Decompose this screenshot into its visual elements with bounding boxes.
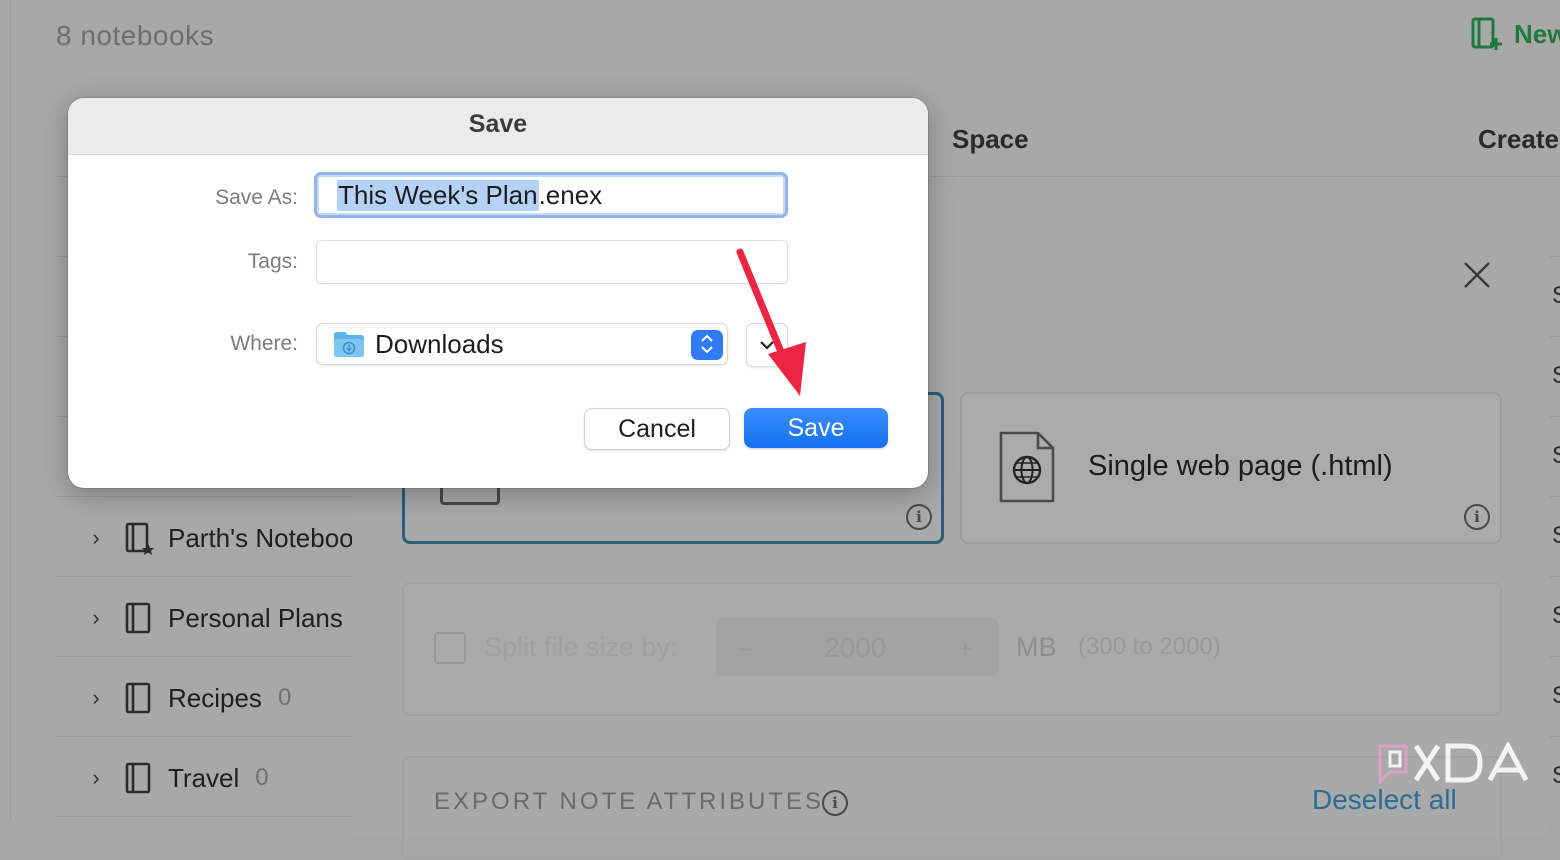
- info-icon[interactable]: i: [906, 504, 932, 530]
- header-divider: [930, 176, 1560, 177]
- notebook-row[interactable]: › Personal Plans: [86, 598, 343, 638]
- notebook-row[interactable]: › Recipes 0: [86, 678, 291, 718]
- annotation-arrow-icon: [736, 248, 806, 396]
- split-size-unit: MB: [1016, 632, 1057, 662]
- chevron-right-icon[interactable]: ›: [86, 525, 106, 551]
- export-option-html-label: Single web page (.html): [1088, 450, 1393, 482]
- chevron-right-icon[interactable]: ›: [86, 765, 106, 791]
- increment-button[interactable]: +: [958, 634, 973, 665]
- truncated-cell-text: S: [1552, 442, 1560, 470]
- notebook-note-count: 0: [255, 764, 269, 791]
- save-button[interactable]: Save: [744, 408, 888, 448]
- save-as-label: Save As:: [215, 186, 298, 209]
- split-file-label: Split file size by:: [484, 632, 678, 662]
- notebook-note-count: 0: [277, 684, 292, 711]
- web-page-file-icon: [999, 431, 1055, 503]
- notebook-row[interactable]: › Parth's Notebook: [86, 518, 352, 558]
- new-notebook-button[interactable]: New: [1470, 14, 1560, 54]
- info-icon[interactable]: i: [1464, 504, 1490, 530]
- truncated-cell-text: S: [1552, 602, 1560, 630]
- info-icon[interactable]: i: [822, 790, 848, 816]
- notebook-icon: [125, 762, 151, 794]
- close-icon[interactable]: [1460, 258, 1494, 292]
- where-label: Where:: [230, 332, 298, 355]
- save-as-field[interactable]: This Week's Plan .enex: [314, 172, 788, 218]
- export-attributes-heading: EXPORT NOTE ATTRIBUTES: [434, 788, 825, 815]
- notebook-starred-icon: [125, 522, 154, 555]
- filename-selected-text: This Week's Plan: [337, 179, 539, 211]
- where-value: Downloads: [375, 328, 504, 359]
- truncated-cell-text: S: [1552, 362, 1560, 390]
- new-notebook-label: New: [1514, 18, 1560, 49]
- deselect-all-link[interactable]: Deselect all: [1312, 784, 1457, 816]
- notebook-name: Recipes: [168, 682, 262, 713]
- column-header-created[interactable]: Created: [1478, 124, 1560, 155]
- cancel-button[interactable]: Cancel: [584, 408, 730, 450]
- truncated-cell-text: S: [1552, 682, 1560, 710]
- save-dialog-title: Save: [468, 110, 528, 138]
- split-size-value[interactable]: 2000: [824, 632, 886, 664]
- truncated-cell-text: S: [1552, 522, 1560, 550]
- notebook-name: Parth's Notebook: [168, 522, 352, 553]
- decrement-button[interactable]: −: [738, 634, 753, 665]
- notebook-row[interactable]: › Travel 0: [86, 758, 269, 798]
- notebook-icon: [125, 682, 151, 714]
- up-down-chevron-icon[interactable]: [691, 330, 723, 360]
- column-header-space[interactable]: Space: [952, 124, 1029, 155]
- notebook-name: Personal Plans: [168, 602, 343, 633]
- filename-extension: .enex: [538, 179, 603, 210]
- xda-watermark-logo: [1378, 742, 1529, 784]
- split-file-checkbox[interactable]: [434, 632, 466, 664]
- chevron-right-icon[interactable]: ›: [86, 685, 106, 711]
- new-notebook-icon: [1471, 17, 1502, 50]
- notebook-icon: [125, 602, 151, 634]
- downloads-folder-icon: [334, 332, 364, 357]
- where-location-select[interactable]: Downloads: [316, 323, 728, 365]
- split-size-range-hint: (300 to 2000): [1078, 633, 1221, 660]
- truncated-cell-text: S: [1552, 282, 1560, 310]
- notebook-name: Travel: [168, 762, 240, 793]
- tags-field[interactable]: [316, 240, 788, 284]
- truncated-cell-text: S: [1552, 762, 1560, 790]
- updown-arrows-icon: [701, 334, 713, 354]
- tags-label: Tags:: [247, 250, 298, 273]
- chevron-right-icon[interactable]: ›: [86, 605, 106, 631]
